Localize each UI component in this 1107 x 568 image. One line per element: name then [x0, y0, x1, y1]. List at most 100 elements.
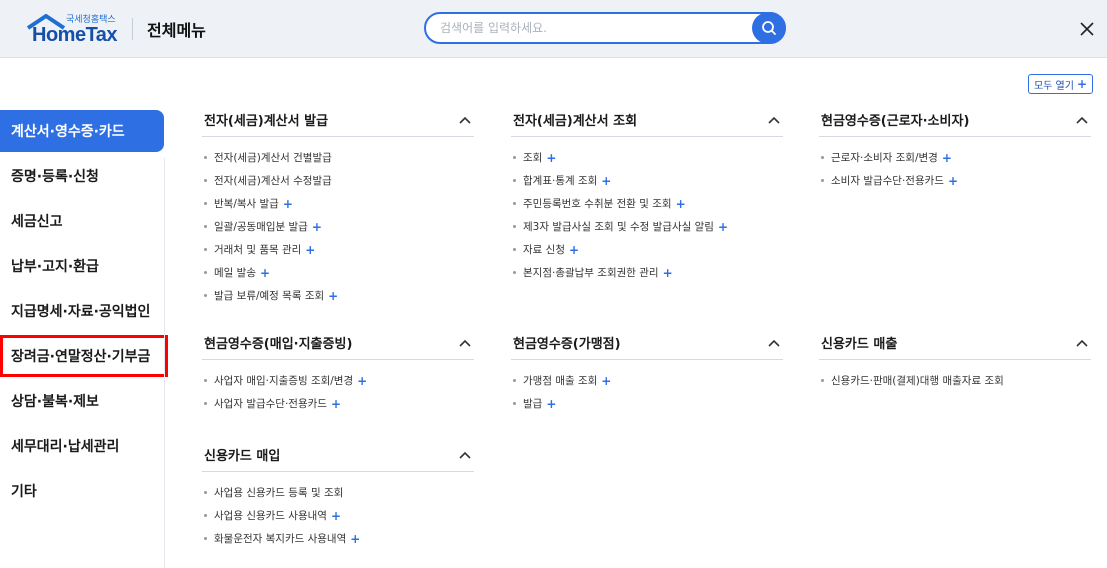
expand-plus-icon[interactable]: + [546, 397, 556, 411]
expand-plus-icon[interactable]: + [948, 174, 958, 188]
expand-plus-icon[interactable]: + [718, 220, 728, 234]
sidebar-item-label: 증명·등록·신청 [11, 169, 99, 185]
menu-item[interactable]: 사업용 신용카드 사용내역 + [202, 504, 474, 527]
sidebar-item-payment[interactable]: 납부·고지·환급 [0, 245, 168, 287]
section-header[interactable]: 전자(세금)계산서 발급 [202, 103, 474, 137]
menu-item[interactable]: 사업자 발급수단·전용카드 + [202, 392, 474, 415]
menu-section: 현금영수증(매입·지출증빙) 사업자 매입·지출증빙 조회/변경 + 사업자 발급… [202, 326, 474, 415]
plus-icon: + [1076, 77, 1088, 91]
sidebar-item-tax-agent[interactable]: 세무대리·납세관리 [0, 425, 168, 467]
sidebar-item-etc[interactable]: 기타 [0, 470, 168, 512]
search-button[interactable] [752, 12, 786, 44]
menu-item[interactable]: 소비자 발급수단·전용카드 + [819, 169, 1091, 192]
expand-plus-icon[interactable]: + [331, 397, 341, 411]
menu-item-label: 전자(세금)계산서 수정발급 [214, 175, 332, 187]
menu-item[interactable]: 전자(세금)계산서 수정발급 [202, 169, 474, 192]
chevron-up-icon[interactable] [765, 334, 783, 352]
menu-item[interactable]: 본지점·총괄납부 조회권한 관리 + [511, 261, 783, 284]
menu-item[interactable]: 일괄/공동매입분 발급 + [202, 215, 474, 238]
menu-section: 신용카드 매출 신용카드·판매(결제)대행 매출자료 조회 [819, 326, 1091, 392]
menu-item-label: 발급 [523, 398, 543, 410]
section-title: 신용카드 매입 [204, 449, 281, 464]
header-divider [132, 18, 133, 40]
sidebar-item-consultation[interactable]: 상담·불복·제보 [0, 380, 168, 422]
menu-item[interactable]: 사업자 매입·지출증빙 조회/변경 + [202, 369, 474, 392]
menu-item-label: 일괄/공동매입분 발급 [214, 221, 308, 233]
hometax-logo[interactable]: 국세청홈택스 HomeTax [26, 12, 122, 46]
section-header[interactable]: 전자(세금)계산서 조회 [511, 103, 783, 137]
chevron-up-icon[interactable] [765, 111, 783, 129]
section-header[interactable]: 현금영수증(가맹점) [511, 326, 783, 360]
menu-item[interactable]: 전자(세금)계산서 건별발급 [202, 146, 474, 169]
section-header[interactable]: 현금영수증(매입·지출증빙) [202, 326, 474, 360]
search-box [424, 12, 786, 44]
menu-item-label: 신용카드·판매(결제)대행 매출자료 조회 [831, 375, 1004, 387]
expand-plus-icon[interactable]: + [312, 220, 322, 234]
menu-item-label: 사업자 매입·지출증빙 조회/변경 [214, 375, 354, 387]
expand-plus-icon[interactable]: + [357, 374, 367, 388]
menu-item[interactable]: 조회 + [511, 146, 783, 169]
menu-item[interactable]: 발급 보류/예정 목록 조회 + [202, 284, 474, 307]
close-button[interactable] [1074, 16, 1100, 42]
menu-item[interactable]: 메일 발송 + [202, 261, 474, 284]
expand-plus-icon[interactable]: + [350, 532, 360, 546]
section-header[interactable]: 신용카드 매출 [819, 326, 1091, 360]
sidebar-item-label: 상담·불복·제보 [11, 394, 99, 410]
page-title: 전체메뉴 [147, 21, 206, 40]
expand-plus-icon[interactable]: + [601, 174, 611, 188]
sidebar-item-receipts-cards[interactable]: 계산서·영수증·카드 [0, 110, 164, 152]
sidebar-item-label: 세무대리·납세관리 [11, 439, 120, 455]
chevron-up-icon[interactable] [456, 446, 474, 464]
chevron-up-icon[interactable] [456, 334, 474, 352]
menu-item[interactable]: 반복/복사 발급 + [202, 192, 474, 215]
menu-item[interactable]: 신용카드·판매(결제)대행 매출자료 조회 [819, 369, 1091, 392]
expand-plus-icon[interactable]: + [569, 243, 579, 257]
expand-plus-icon[interactable]: + [663, 266, 673, 280]
menu-item-label: 반복/복사 발급 [214, 198, 279, 210]
sidebar-item-label: 세금신고 [11, 214, 63, 230]
expand-plus-icon[interactable]: + [305, 243, 315, 257]
menu-item[interactable]: 제3자 발급사실 조회 및 수정 발급사실 알림 + [511, 215, 783, 238]
expand-plus-icon[interactable]: + [331, 509, 341, 523]
menu-item[interactable]: 근로자·소비자 조회/변경 + [819, 146, 1091, 169]
open-all-button[interactable]: 모두 열기 + [1028, 74, 1093, 94]
sidebar-item-certificates[interactable]: 증명·등록·신청 [0, 155, 168, 197]
menu-item-label: 메일 발송 [214, 267, 256, 279]
section-title: 신용카드 매출 [821, 337, 898, 352]
section-title: 전자(세금)계산서 조회 [513, 114, 638, 129]
sidebar-item-statements[interactable]: 지급명세·자료·공익법인 [0, 290, 168, 332]
expand-plus-icon[interactable]: + [260, 266, 270, 280]
expand-plus-icon[interactable]: + [676, 197, 686, 211]
section-title: 현금영수증(근로자·소비자) [821, 114, 970, 129]
menu-item[interactable]: 발급 + [511, 392, 783, 415]
menu-item-label: 소비자 발급수단·전용카드 [831, 175, 944, 187]
menu-item[interactable]: 화물운전자 복지카드 사용내역 + [202, 527, 474, 550]
expand-plus-icon[interactable]: + [942, 151, 952, 165]
menu-section: 신용카드 매입 사업용 신용카드 등록 및 조회 사업용 신용카드 사용내역 + … [202, 438, 474, 550]
menu-item-label: 사업용 신용카드 사용내역 [214, 510, 327, 522]
expand-plus-icon[interactable]: + [283, 197, 293, 211]
menu-item[interactable]: 자료 신청 + [511, 238, 783, 261]
expand-plus-icon[interactable]: + [546, 151, 556, 165]
menu-item[interactable]: 거래처 및 품목 관리 + [202, 238, 474, 261]
chevron-up-icon[interactable] [1073, 111, 1091, 129]
sidebar-item-label: 지급명세·자료·공익법인 [11, 304, 151, 320]
expand-plus-icon[interactable]: + [601, 374, 611, 388]
menu-item[interactable]: 사업용 신용카드 등록 및 조회 [202, 481, 474, 504]
sidebar-item-year-end-settlement[interactable]: 장려금·연말정산·기부금 [0, 335, 168, 377]
expand-plus-icon[interactable]: + [328, 289, 338, 303]
sidebar-item-tax-filing[interactable]: 세금신고 [0, 200, 168, 242]
menu-item[interactable]: 합계표·통계 조회 + [511, 169, 783, 192]
section-header[interactable]: 신용카드 매입 [202, 438, 474, 472]
section-header[interactable]: 현금영수증(근로자·소비자) [819, 103, 1091, 137]
menu-item-label: 화물운전자 복지카드 사용내역 [214, 533, 347, 545]
search-input[interactable] [440, 19, 740, 37]
section-title: 현금영수증(매입·지출증빙) [204, 337, 353, 352]
menu-item-label: 본지점·총괄납부 조회권한 관리 [523, 267, 659, 279]
chevron-up-icon[interactable] [456, 111, 474, 129]
chevron-up-icon[interactable] [1073, 334, 1091, 352]
menu-item[interactable]: 가맹점 매출 조회 + [511, 369, 783, 392]
logo-text: HomeTax [32, 24, 118, 46]
menu-section: 전자(세금)계산서 조회 조회 + 합계표·통계 조회 + 주민등록번호 수취분 전… [511, 103, 783, 284]
menu-item[interactable]: 주민등록번호 수취분 전환 및 조회 + [511, 192, 783, 215]
